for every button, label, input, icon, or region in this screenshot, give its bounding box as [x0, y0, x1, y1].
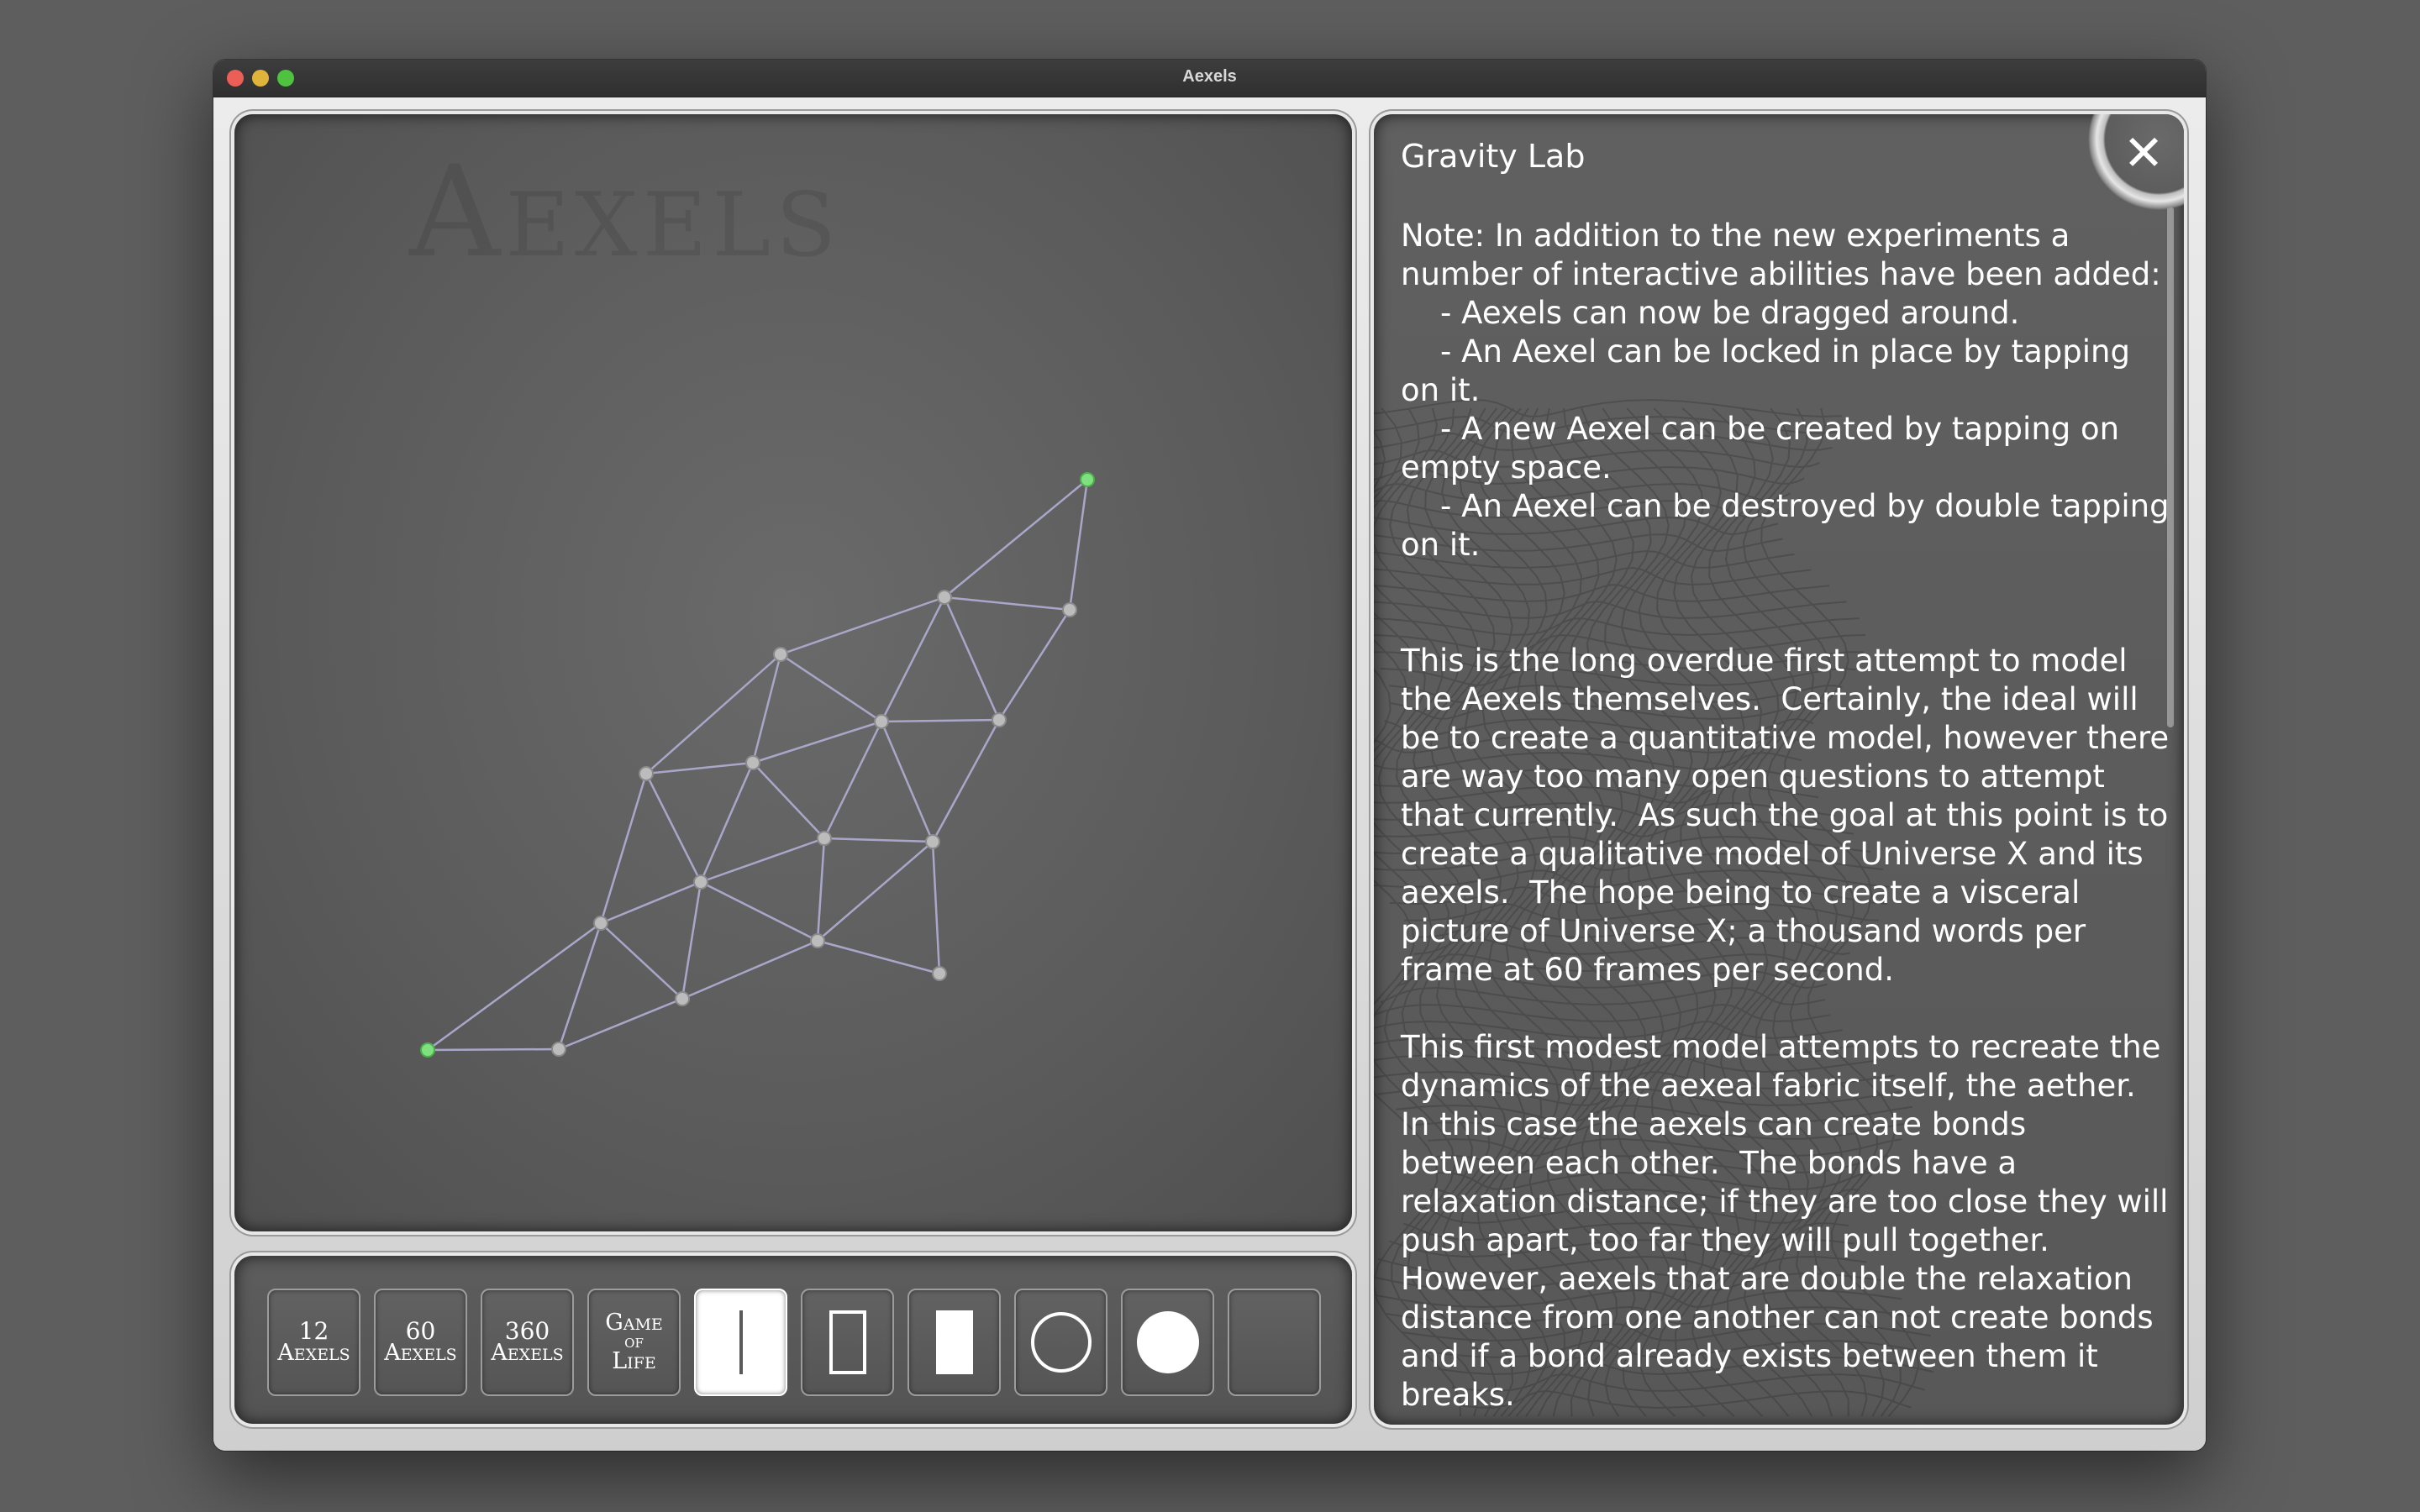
aexel-bond	[599, 773, 648, 924]
toolbar: 12 Aexels 60 Aexels 360 Aexels Game of L…	[234, 1256, 1352, 1424]
empty-tool-button[interactable]	[1228, 1289, 1321, 1396]
aexel-bond	[780, 653, 882, 723]
aexel[interactable]	[745, 755, 760, 770]
info-scrollbar[interactable]	[2167, 207, 2174, 727]
aexel-bond	[823, 721, 883, 839]
12-aexels-button[interactable]: 12 Aexels	[267, 1289, 360, 1396]
aexel-bond	[944, 479, 1088, 598]
locked-aexel[interactable]	[420, 1042, 435, 1058]
aexel-bond	[751, 654, 782, 764]
aexel-bond	[752, 762, 825, 839]
outline-rectangle-icon	[829, 1310, 866, 1374]
filled-circle-button[interactable]	[1121, 1289, 1214, 1396]
info-body-text: Note: In addition to the new experiments…	[1401, 218, 2170, 1413]
locked-aexel[interactable]	[1080, 472, 1095, 487]
aexel[interactable]	[693, 874, 708, 890]
aexel[interactable]	[992, 712, 1007, 727]
aexel-bond	[699, 762, 755, 883]
aexel-bond	[681, 881, 702, 1000]
aexel-bond	[816, 837, 826, 942]
aexel-bond	[557, 922, 602, 1050]
simulation-canvas[interactable]: Aexels	[234, 114, 1352, 1231]
aexel-bond	[700, 837, 825, 884]
60-aexels-button[interactable]: 60 Aexels	[374, 1289, 467, 1396]
360-aexels-button[interactable]: 360 Aexels	[481, 1289, 574, 1396]
aexel[interactable]	[932, 966, 947, 981]
button-label: Aexels	[384, 1340, 457, 1366]
aexel-bond	[823, 837, 934, 843]
filled-rectangle-icon	[935, 1310, 973, 1374]
outline-circle-icon	[1030, 1312, 1092, 1373]
window-title: Aexels	[1182, 67, 1237, 86]
aexel-bond	[644, 773, 702, 883]
app-content: Aexels 12 Aexels 60 Aexels 360 Aexels Ga…	[213, 97, 2206, 1451]
aexel-bond	[600, 880, 702, 925]
filled-circle-icon	[1136, 1311, 1199, 1373]
aexel-bond	[558, 997, 683, 1051]
aexel-bond	[427, 1047, 560, 1052]
aexel-bond	[997, 609, 1071, 721]
aexel[interactable]	[810, 933, 825, 948]
aexel-bond	[817, 841, 934, 942]
info-panel: Gravity Lab Note: In addition to the new…	[1374, 114, 2184, 1425]
aexel-bond	[931, 719, 1001, 843]
aexel[interactable]	[937, 590, 952, 605]
aexel[interactable]	[874, 714, 889, 729]
outline-rectangle-button[interactable]	[801, 1289, 894, 1396]
aexel-bond	[681, 939, 818, 1000]
title-bar: Aexels	[213, 60, 2206, 97]
aexel-bond	[645, 761, 754, 775]
app-window: Aexels Aexels 12 Aexels 60 Aexels 360 Ae…	[213, 60, 2206, 1451]
aexel[interactable]	[551, 1042, 566, 1057]
game-of-life-button[interactable]: Game of Life	[587, 1289, 681, 1396]
aexel-bond	[700, 880, 818, 942]
aexel-bond	[944, 596, 1071, 612]
aexel-bond	[880, 721, 934, 843]
info-title: Gravity Lab	[1401, 138, 1586, 175]
aexel[interactable]	[817, 831, 832, 846]
aexel-bond	[645, 654, 781, 774]
line-shape-button[interactable]	[694, 1289, 787, 1396]
aexel-bond	[1068, 479, 1089, 611]
button-label: Aexels	[491, 1340, 564, 1366]
aexel[interactable]	[639, 766, 654, 781]
aexel[interactable]	[925, 834, 940, 849]
aexel-bond	[600, 922, 683, 1000]
close-icon[interactable]: ✕	[2118, 128, 2169, 178]
filled-rectangle-button[interactable]	[908, 1289, 1001, 1396]
button-label: Life	[612, 1348, 656, 1374]
aexel-bond	[931, 841, 941, 974]
aexel-bond	[881, 718, 1000, 723]
outline-circle-button[interactable]	[1014, 1289, 1107, 1396]
aexel-bond	[752, 720, 882, 764]
aexel[interactable]	[773, 647, 788, 662]
button-label: Aexels	[277, 1340, 350, 1366]
aexel[interactable]	[593, 916, 608, 931]
aexel[interactable]	[1062, 602, 1077, 617]
aexel-network[interactable]	[234, 114, 1352, 1231]
line-icon	[739, 1310, 743, 1374]
aexel-bond	[943, 596, 1001, 721]
aexel[interactable]	[675, 991, 690, 1006]
aexel-bond	[817, 939, 940, 975]
aexel-bond	[427, 921, 602, 1052]
